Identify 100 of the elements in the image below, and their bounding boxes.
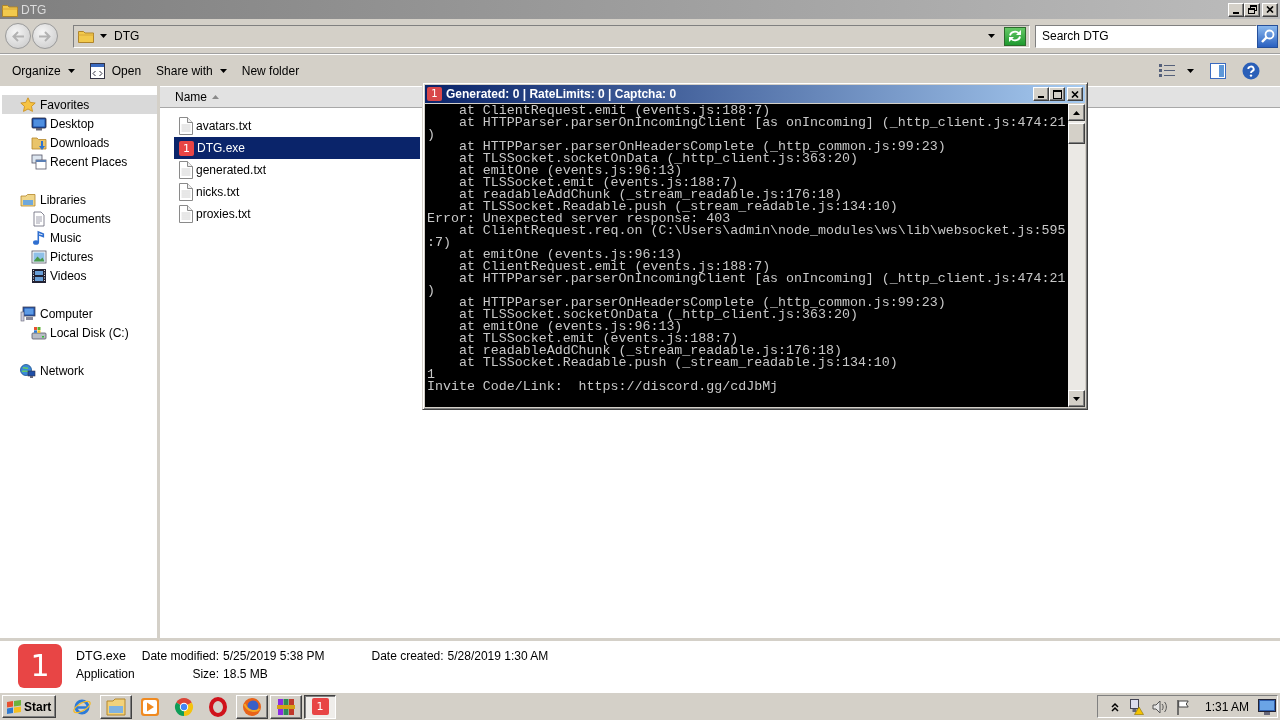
nav-item[interactable]: Local Disk (C:) [2, 323, 157, 342]
nav-item[interactable]: Network [2, 361, 157, 380]
window-icon [89, 62, 105, 79]
maximize-icon [1052, 89, 1062, 99]
books-icon [276, 696, 296, 717]
restore-button[interactable] [1244, 2, 1260, 17]
wavy-flag-icon [6, 699, 22, 714]
show-desktop-button[interactable] [1257, 698, 1278, 715]
search-button[interactable] [1257, 24, 1278, 48]
window-title: DTG [21, 2, 47, 17]
console-title: Generated: 0 | RateLimits: 0 | Captcha: 0 [446, 87, 677, 101]
folder-icon [78, 29, 94, 43]
file-item[interactable]: generated.txt [174, 159, 420, 181]
close-button[interactable] [1262, 2, 1278, 17]
refresh-button[interactable] [1004, 26, 1026, 46]
minimize-button[interactable] [1228, 2, 1244, 17]
console-line: at TLSSocket.emit (events.js:188:7) [457, 177, 739, 189]
monitor-icon [31, 115, 47, 132]
console-line: Invite Code/Link: https://discord.gg/cdJbMj [427, 381, 780, 393]
file-item[interactable]: avatars.txt [174, 115, 420, 137]
flag-icon[interactable] [1176, 698, 1190, 715]
right-arrow-icon [39, 30, 51, 42]
search-field[interactable]: Search DTG [1035, 24, 1257, 48]
app-icon: 1 [179, 140, 194, 156]
console-line: at TLSSocket.emit (events.js:188:7) [457, 333, 739, 345]
menu-button[interactable]: Organize [6, 58, 81, 83]
console-line: at emitOne (events.js:96:13) [457, 249, 683, 261]
console-line: at readableAddChunk (_stream_readable.js:176:18) [457, 189, 842, 201]
nav-item[interactable]: Favorites [2, 95, 157, 114]
left-arrow-icon [12, 30, 24, 42]
scroll-up-button[interactable] [1068, 104, 1085, 121]
nav-item[interactable]: Computer [2, 304, 157, 323]
console-line: ) [427, 129, 436, 141]
app-icon: 1 [311, 698, 329, 715]
console-line: at ClientRequest.req.on (C:\Users\admin\node_modules\ws\lib\websocket.js:595 [457, 225, 1067, 237]
console-line: at emitOne (events.js:96:13) [457, 165, 683, 177]
details-list-icon [1159, 64, 1175, 77]
network-warning-icon[interactable] [1128, 698, 1144, 715]
pane-icon [1210, 62, 1226, 79]
monitor-icon [1258, 698, 1277, 715]
text-file-icon [179, 205, 193, 223]
menu-button[interactable]: Share with [150, 58, 233, 83]
nav-item[interactable]: Desktop [2, 114, 157, 133]
restore-icon [1247, 5, 1257, 14]
show-hidden-icons-button[interactable] [1110, 701, 1120, 712]
file-item[interactable]: nicks.txt [174, 181, 420, 203]
toolbar-button[interactable]: New folder [235, 58, 306, 83]
address-bar[interactable]: DTG [73, 24, 1030, 48]
text-file-icon [179, 161, 193, 179]
taskbar-button[interactable] [100, 694, 132, 719]
caret-icon [67, 68, 75, 73]
nav-item[interactable]: Music [2, 228, 157, 247]
nav-item[interactable]: Recent Places [2, 152, 157, 171]
wheel-icon [174, 696, 194, 717]
console-line: at HTTPParser.parserOnHeadersComplete (_http_common.js:99:23) [457, 141, 947, 153]
console-line: at HTTPParser.parserOnHeadersComplete (_http_common.js:99:23) [457, 297, 947, 309]
help-icon [1242, 61, 1260, 80]
nav-item[interactable]: Downloads [2, 133, 157, 152]
console-line: at readableAddChunk (_stream_readable.js:176:18) [457, 345, 842, 357]
file-item[interactable]: 1 DTG.exe [174, 137, 420, 159]
close-button[interactable] [1067, 87, 1083, 101]
down-arrow-icon [1073, 396, 1080, 401]
text-file-icon [179, 183, 193, 201]
taskbar-button[interactable]: 1 [304, 694, 336, 719]
property-value: 5/25/2019 5:38 PM [223, 649, 326, 663]
property-value: 18.5 MB [223, 667, 269, 681]
console-line: at TLSSocket.socketOnData (_http_client.js:363:20) [457, 153, 858, 165]
console-line: at HTTPParser.parserOnIncomingClient [as onIncoming] (_http_client.js:474:21 [457, 117, 1067, 129]
up-arrow-icon [1073, 110, 1080, 115]
nav-item[interactable]: Pictures [2, 247, 157, 266]
speaker-icon[interactable] [1152, 699, 1168, 714]
start-button[interactable]: Start [2, 695, 56, 718]
folder-arrow-icon [31, 134, 47, 151]
scrollbar[interactable] [1068, 104, 1085, 407]
close-icon [1266, 6, 1274, 13]
breadcrumb[interactable]: DTG [113, 29, 141, 43]
maximize-button[interactable] [1049, 87, 1065, 101]
file-item[interactable]: proxies.txt [174, 203, 420, 225]
globe-monitor-icon [20, 362, 36, 379]
chevron-up-icon [1111, 701, 1119, 712]
console-line: at TLSSocket.Readable.push (_stream_readable.js:134:10) [457, 357, 899, 369]
document-icon [31, 210, 47, 227]
console-line: :7) [427, 237, 452, 249]
file-type: Application [76, 667, 135, 681]
folder-icon [106, 696, 126, 717]
scroll-thumb[interactable] [1068, 123, 1085, 144]
film-icon [31, 267, 47, 284]
nav-item[interactable]: Libraries [2, 190, 157, 209]
window-stack-icon [31, 153, 47, 170]
close-icon [1071, 90, 1079, 98]
column-header[interactable]: Name [169, 87, 225, 107]
caret-icon [988, 34, 995, 38]
nav-item[interactable]: Videos [2, 266, 157, 285]
taskbar-button[interactable] [270, 694, 302, 719]
clock: 1:31 AM [1205, 699, 1250, 714]
minimize-button[interactable] [1033, 87, 1049, 101]
scroll-down-button[interactable] [1068, 390, 1085, 407]
taskbar-button[interactable] [236, 694, 268, 719]
nav-item[interactable]: Documents [2, 209, 157, 228]
open-button[interactable]: Open [83, 58, 148, 83]
